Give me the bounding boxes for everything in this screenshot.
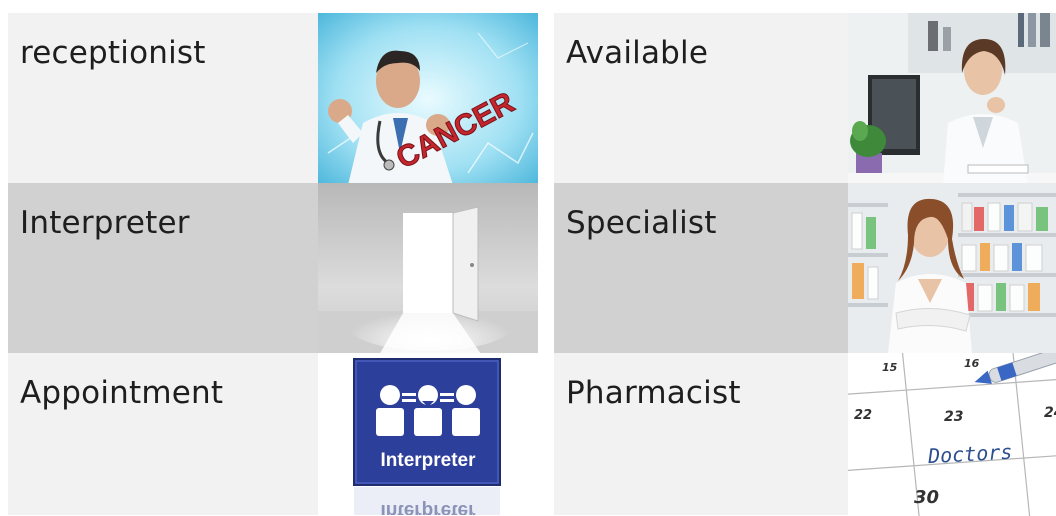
- word-cell-interpreter[interactable]: Interpreter: [8, 183, 318, 353]
- word-label: Appointment: [20, 375, 224, 411]
- pharmacist-image[interactable]: [848, 183, 1056, 353]
- doctor-cancer-image[interactable]: CANCER: [318, 13, 538, 185]
- open-door-image[interactable]: [318, 183, 538, 357]
- calendar-number: 30: [914, 487, 939, 508]
- word-cell-specialist[interactable]: Specialist: [554, 183, 848, 353]
- calendar-number: 24: [1044, 405, 1056, 421]
- word-cell-available[interactable]: Available: [554, 13, 848, 183]
- calendar-note: Doctors: [926, 440, 1012, 468]
- calendar-doctors-image[interactable]: 15 16 22 23 24 30 Doctors: [848, 353, 1056, 516]
- word-label: Interpreter: [20, 205, 190, 241]
- word-cell-appointment[interactable]: Appointment: [8, 353, 318, 515]
- calendar-number: 15: [882, 361, 898, 374]
- calendar-number: 16: [964, 357, 980, 370]
- sign-label: Interpreter: [380, 450, 476, 471]
- sign-reflection: Interpreter: [380, 500, 476, 515]
- doctor-at-desk-image[interactable]: [848, 13, 1056, 185]
- word-label: Specialist: [566, 205, 717, 241]
- calendar-number: 23: [944, 409, 963, 425]
- word-label: Available: [566, 35, 709, 71]
- word-cell-receptionist[interactable]: receptionist: [8, 13, 318, 183]
- interpreter-sign-image[interactable]: Interpreter Interpreter: [318, 353, 538, 515]
- calendar-number: 22: [854, 408, 872, 423]
- word-label: Pharmacist: [566, 375, 741, 411]
- word-label: receptionist: [20, 35, 206, 71]
- word-cell-pharmacist[interactable]: Pharmacist: [554, 353, 848, 515]
